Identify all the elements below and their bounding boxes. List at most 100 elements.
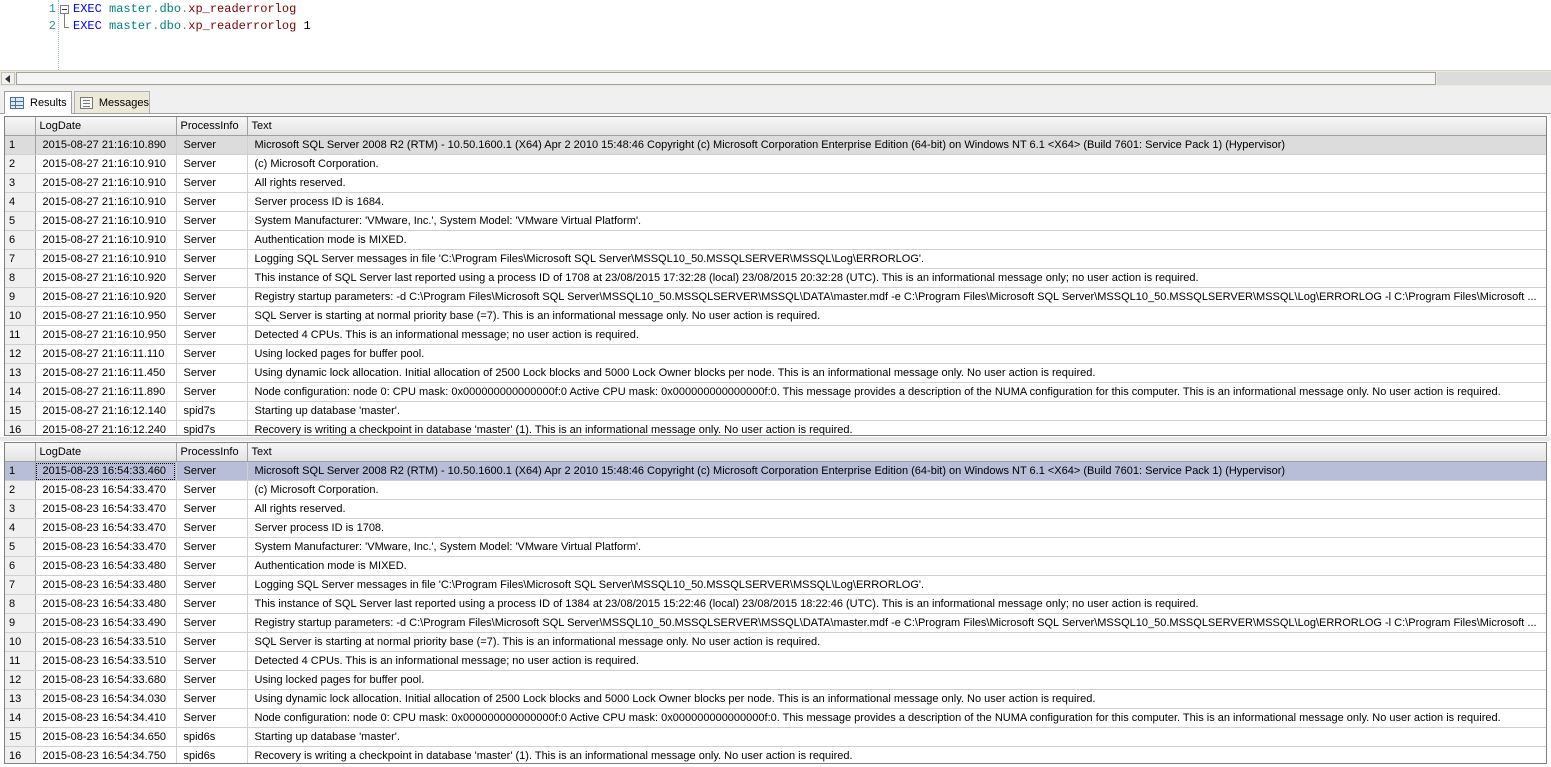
text-cell[interactable]: All rights reserved. [247,173,1546,193]
logdate-cell[interactable]: 2015-08-23 16:54:34.410 [35,708,177,728]
row-number-cell[interactable]: 13 [5,363,36,383]
text-cell[interactable]: SQL Server is starting at normal priorit… [247,306,1546,326]
logdate-cell[interactable]: 2015-08-27 21:16:10.910 [35,249,177,269]
processinfo-cell[interactable]: Server [176,192,248,212]
logdate-cell[interactable]: 2015-08-23 16:54:34.750 [35,746,177,763]
table-row[interactable]: 1 2015-08-23 16:54:33.460 Server Microsoft … [5,461,1546,481]
processinfo-cell[interactable]: spid6s [176,727,248,747]
results-grid-1[interactable]: LogDate ProcessInfo Text 1 2015-08-27 21:… [4,116,1547,436]
processinfo-cell[interactable]: Server [176,708,248,728]
logdate-cell[interactable]: 2015-08-27 21:16:11.110 [35,344,177,364]
logdate-cell[interactable]: 2015-08-23 16:54:33.480 [35,556,177,576]
processinfo-cell[interactable]: Server [176,670,248,690]
collapse-icon[interactable] [60,5,69,14]
logdate-cell[interactable]: 2015-08-27 21:16:10.910 [35,192,177,212]
processinfo-cell[interactable]: Server [176,325,248,345]
table-row[interactable]: 7 2015-08-23 16:54:33.480 Server Logging SQ… [5,575,1546,595]
processinfo-cell[interactable]: Server [176,363,248,383]
row-number-cell[interactable]: 12 [5,344,36,364]
row-number-cell[interactable]: 15 [5,401,36,421]
row-number-cell[interactable]: 10 [5,632,36,652]
text-cell[interactable]: (c) Microsoft Corporation. [247,480,1546,500]
logdate-cell[interactable]: 2015-08-23 16:54:33.510 [35,651,177,671]
results-grid-2[interactable]: LogDate ProcessInfo Text 1 2015-08-23 16:… [4,442,1547,764]
logdate-cell[interactable]: 2015-08-27 21:16:12.140 [35,401,177,421]
table-row[interactable]: 5 2015-08-27 21:16:10.910 Server System Man… [5,211,1546,231]
processinfo-cell[interactable]: Server [176,518,248,538]
text-cell[interactable]: Starting up database 'master'. [247,727,1546,747]
table-row[interactable]: 8 2015-08-27 21:16:10.920 Server This insta… [5,268,1546,288]
processinfo-cell[interactable]: Server [176,211,248,231]
logdate-cell[interactable]: 2015-08-27 21:16:10.920 [35,287,177,307]
row-number-cell[interactable]: 2 [5,480,36,500]
tab-results[interactable]: Results [4,91,72,114]
table-row[interactable]: 11 2015-08-23 16:54:33.510 Server Detected … [5,651,1546,671]
table-row[interactable]: 16 2015-08-27 21:16:12.240 spid7s Recovery … [5,420,1546,435]
table-row[interactable]: 6 2015-08-27 21:16:10.910 Server Authentica… [5,230,1546,250]
table-row[interactable]: 9 2015-08-23 16:54:33.490 Server Registry s… [5,613,1546,633]
row-number-cell[interactable]: 16 [5,420,36,435]
text-cell[interactable]: Detected 4 CPUs. This is an informationa… [247,325,1546,345]
logdate-cell[interactable]: 2015-08-27 21:16:10.890 [35,135,177,155]
processinfo-cell[interactable]: Server [176,382,248,402]
table-row[interactable]: 2 2015-08-27 21:16:10.910 Server (c) Micros… [5,154,1546,174]
processinfo-cell[interactable]: Server [176,556,248,576]
row-number-cell[interactable]: 5 [5,537,36,557]
table-row[interactable]: 9 2015-08-27 21:16:10.920 Server Registry s… [5,287,1546,307]
text-cell[interactable]: Recovery is writing a checkpoint in data… [247,746,1546,763]
row-number-cell[interactable]: 6 [5,230,36,250]
text-cell[interactable]: Using dynamic lock allocation. Initial a… [247,689,1546,709]
row-number-cell[interactable]: 8 [5,594,36,614]
text-cell[interactable]: Using locked pages for buffer pool. [247,344,1546,364]
column-header-text[interactable]: Text [247,117,1546,136]
text-cell[interactable]: Registry startup parameters: -d C:\Progr… [247,613,1546,633]
text-cell[interactable]: Authentication mode is MIXED. [247,230,1546,250]
processinfo-cell[interactable]: Server [176,575,248,595]
table-row[interactable]: 11 2015-08-27 21:16:10.950 Server Detected … [5,325,1546,345]
text-cell[interactable]: Microsoft SQL Server 2008 R2 (RTM) - 10.… [247,461,1546,481]
text-cell[interactable]: Using locked pages for buffer pool. [247,670,1546,690]
column-header-logdate[interactable]: LogDate [35,443,177,462]
processinfo-cell[interactable]: Server [176,230,248,250]
row-number-cell[interactable]: 1 [5,135,36,155]
query-editor[interactable]: 1 2 EXEC master.dbo.xp_readerrorlog EXEC… [0,0,1551,70]
row-number-cell[interactable]: 1 [5,461,36,481]
logdate-cell[interactable]: 2015-08-23 16:54:33.460 [35,461,177,481]
logdate-cell[interactable]: 2015-08-23 16:54:33.480 [35,594,177,614]
text-cell[interactable]: This instance of SQL Server last reporte… [247,594,1546,614]
text-cell[interactable]: System Manufacturer: 'VMware, Inc.', Sys… [247,211,1546,231]
processinfo-cell[interactable]: Server [176,689,248,709]
table-row[interactable]: 14 2015-08-27 21:16:11.890 Server Node conf… [5,382,1546,402]
text-cell[interactable]: System Manufacturer: 'VMware, Inc.', Sys… [247,537,1546,557]
processinfo-cell[interactable]: Server [176,651,248,671]
logdate-cell[interactable]: 2015-08-23 16:54:33.470 [35,499,177,519]
text-cell[interactable]: Using dynamic lock allocation. Initial a… [247,363,1546,383]
text-cell[interactable]: This instance of SQL Server last reporte… [247,268,1546,288]
row-number-cell[interactable]: 16 [5,746,36,763]
logdate-cell[interactable]: 2015-08-27 21:16:10.950 [35,306,177,326]
table-row[interactable]: 14 2015-08-23 16:54:34.410 Server Node conf… [5,708,1546,728]
table-row[interactable]: 12 2015-08-27 21:16:11.110 Server Using loc… [5,344,1546,364]
row-number-cell[interactable]: 5 [5,211,36,231]
processinfo-cell[interactable]: Server [176,268,248,288]
row-number-cell[interactable]: 9 [5,613,36,633]
text-cell[interactable]: Recovery is writing a checkpoint in data… [247,420,1546,435]
table-row[interactable]: 16 2015-08-23 16:54:34.750 spid6s Recovery … [5,746,1546,763]
table-row[interactable]: 13 2015-08-23 16:54:34.030 Server Using dyn… [5,689,1546,709]
text-cell[interactable]: SQL Server is starting at normal priorit… [247,632,1546,652]
table-row[interactable]: 6 2015-08-23 16:54:33.480 Server Authentica… [5,556,1546,576]
row-number-cell[interactable]: 2 [5,154,36,174]
text-cell[interactable]: Registry startup parameters: -d C:\Progr… [247,287,1546,307]
text-cell[interactable]: Node configuration: node 0: CPU mask: 0x… [247,382,1546,402]
logdate-cell[interactable]: 2015-08-23 16:54:33.510 [35,632,177,652]
row-number-cell[interactable]: 13 [5,689,36,709]
row-number-cell[interactable]: 7 [5,249,36,269]
text-cell[interactable]: Logging SQL Server messages in file 'C:\… [247,249,1546,269]
table-row[interactable]: 10 2015-08-27 21:16:10.950 Server SQL Serve… [5,306,1546,326]
row-number-cell[interactable]: 11 [5,325,36,345]
table-row[interactable]: 7 2015-08-27 21:16:10.910 Server Logging SQ… [5,249,1546,269]
row-number-cell[interactable]: 12 [5,670,36,690]
logdate-cell[interactable]: 2015-08-27 21:16:10.910 [35,154,177,174]
processinfo-cell[interactable]: spid7s [176,420,248,435]
logdate-cell[interactable]: 2015-08-27 21:16:11.450 [35,363,177,383]
